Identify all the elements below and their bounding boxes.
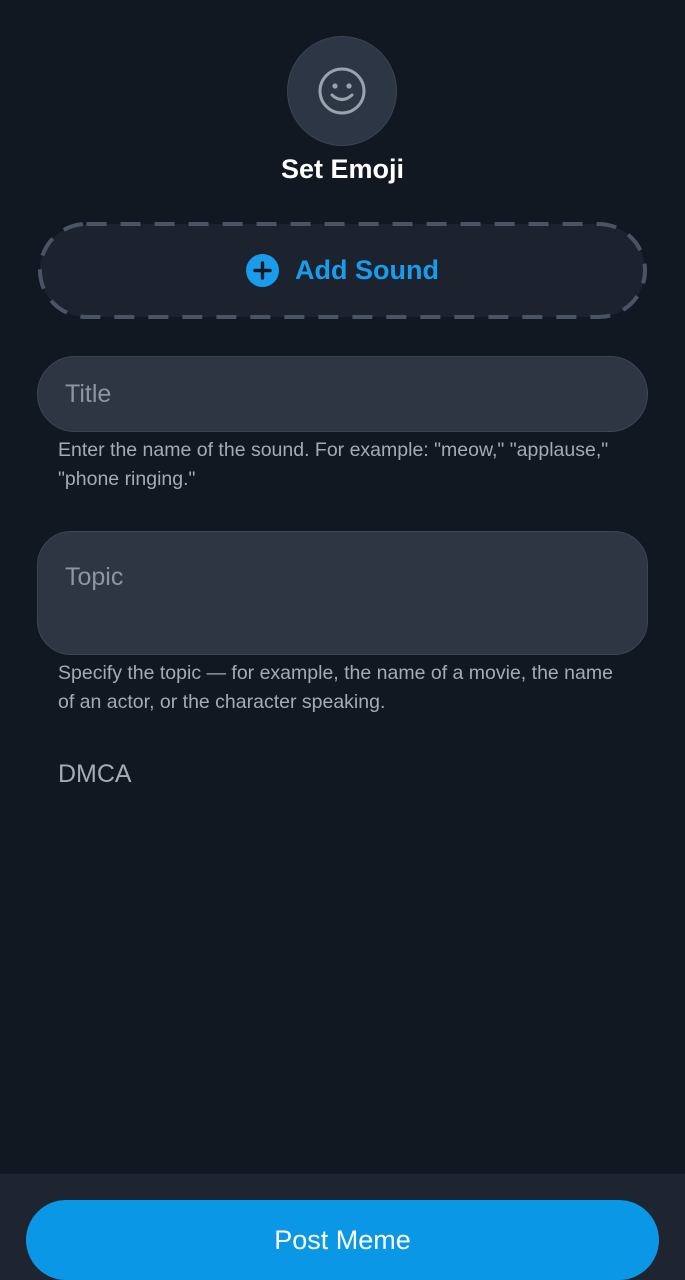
topic-hint: Specify the topic — for example, the nam… bbox=[58, 662, 613, 713]
set-emoji-button[interactable] bbox=[287, 36, 397, 146]
add-sound-button[interactable]: Add Sound bbox=[38, 222, 647, 319]
title-input[interactable] bbox=[37, 356, 648, 432]
set-emoji-label[interactable]: Set Emoji bbox=[0, 154, 685, 185]
dmca-link[interactable]: DMCA bbox=[58, 760, 132, 789]
add-sound-label: Add Sound bbox=[295, 255, 439, 285]
topic-input[interactable] bbox=[37, 531, 648, 655]
plus-circle-icon bbox=[246, 254, 280, 287]
post-meme-button[interactable]: Post Meme bbox=[26, 1200, 659, 1280]
post-meme-screen: Set Emoji Add Sound Enter the name of th… bbox=[0, 0, 685, 1280]
title-hint: Enter the name of the sound. For example… bbox=[58, 439, 609, 490]
smiley-face-icon bbox=[318, 67, 366, 115]
